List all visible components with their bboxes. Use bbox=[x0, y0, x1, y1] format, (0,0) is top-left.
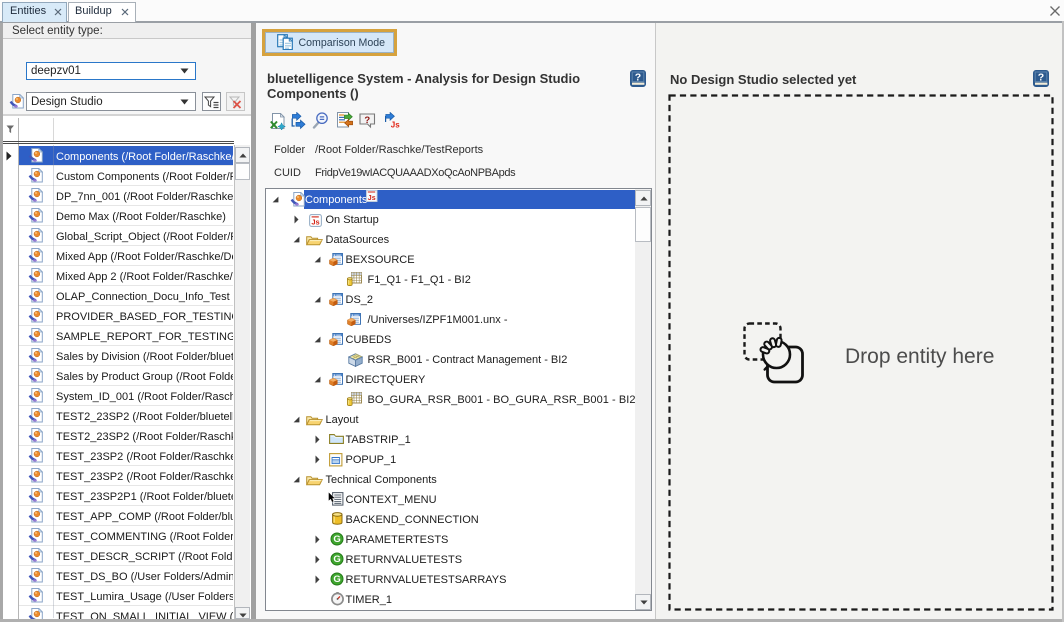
svg-text:Js: Js bbox=[311, 217, 319, 226]
svg-text:?: ? bbox=[1038, 72, 1044, 84]
svg-text:Js: Js bbox=[391, 120, 400, 128]
svg-text:?: ? bbox=[635, 72, 641, 84]
svg-text:G: G bbox=[333, 574, 340, 585]
svg-text:Js: Js bbox=[368, 195, 376, 202]
svg-text:G: G bbox=[333, 554, 340, 565]
svg-text:G: G bbox=[333, 534, 340, 545]
svg-text:?: ? bbox=[364, 115, 370, 126]
